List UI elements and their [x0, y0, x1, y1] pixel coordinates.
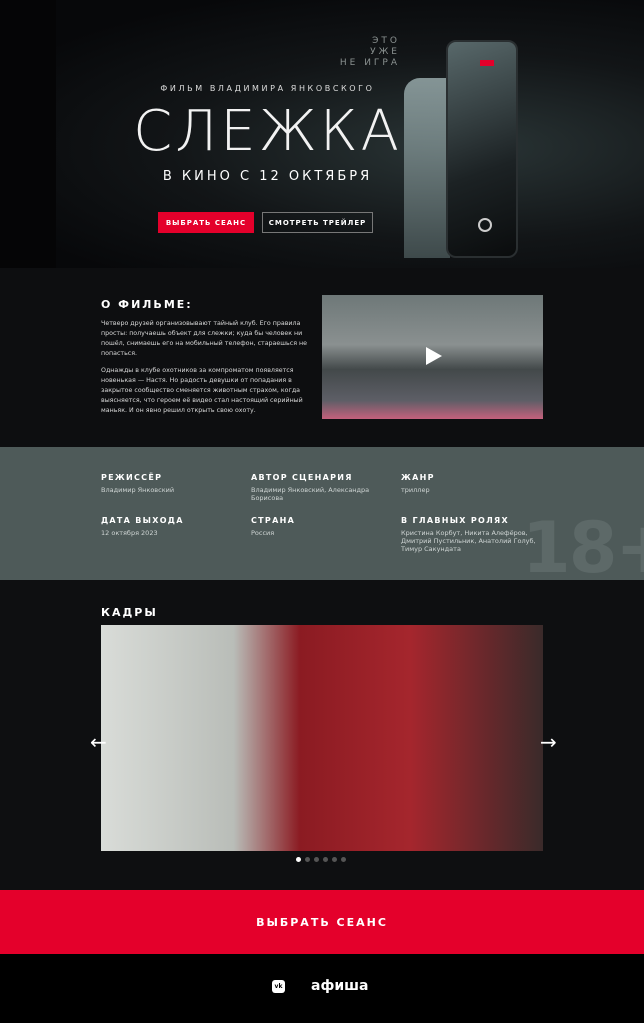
slider-dots [296, 857, 346, 862]
info-label: В ГЛАВНЫХ РОЛЯХ [401, 516, 509, 525]
about-paragraph: Четверо друзей организовывают тайный клу… [101, 320, 308, 357]
info-section: 18+ РЕЖИССЁРВладимир Янковский АВТОР СЦЕ… [0, 447, 644, 580]
trailer-video[interactable] [322, 295, 543, 419]
tagline-line: ЭТО [372, 36, 400, 46]
afisha-logo[interactable]: афиша [311, 978, 368, 994]
info-value: триллер [401, 486, 430, 494]
info-label: СТРАНА [251, 516, 296, 525]
frames-heading: КАДРЫ [101, 606, 158, 619]
info-value: Кристина Корбут, Никита Алефёров, Дмитри… [401, 529, 536, 553]
info-cast: В ГЛАВНЫХ РОЛЯХ Кристина Корбут, Никита А… [401, 516, 546, 553]
shutter-icon [478, 218, 492, 232]
arrow-left-icon[interactable]: ← [90, 730, 107, 754]
info-value: Владимир Янковский [101, 486, 175, 494]
frame-slide-image [101, 625, 543, 851]
record-indicator [480, 60, 494, 66]
info-label: АВТОР СЦЕНАРИЯ [251, 473, 353, 482]
hero-door-image [404, 78, 450, 258]
watch-trailer-button[interactable]: СМОТРЕТЬ ТРЕЙЛЕР [262, 212, 373, 233]
info-label: ЖАНР [401, 473, 435, 482]
movie-title: СЛЕЖКА [133, 99, 402, 164]
info-value: 12 октября 2023 [101, 529, 158, 537]
vk-icon[interactable]: vk [272, 980, 285, 993]
tagline: ЭТО УЖЕ НЕ ИГРА [330, 36, 400, 69]
slider-dot[interactable] [305, 857, 310, 862]
choose-session-button[interactable]: ВЫБРАТЬ СЕАНС [158, 212, 254, 233]
hero: ЭТО УЖЕ НЕ ИГРА ФИЛЬМ ВЛАДИМИРА ЯНКОВСКОГО… [0, 0, 644, 268]
info-value: Владимир Янковский, Александра Борисова [251, 486, 370, 502]
slider-dot[interactable] [323, 857, 328, 862]
hero-phone-image [446, 40, 518, 258]
play-icon[interactable] [426, 347, 442, 365]
release-date: В КИНО С 12 ОКТЯБРЯ [162, 169, 373, 184]
info-writer: АВТОР СЦЕНАРИЯ Владимир Янковский, Алекса… [251, 473, 396, 502]
info-genre: ЖАНР триллер [401, 473, 546, 494]
footer: vk афиша [0, 954, 644, 1023]
slider-dot[interactable] [296, 857, 301, 862]
info-release: ДАТА ВЫХОДА 12 октября 2023 [101, 516, 246, 537]
info-director: РЕЖИССЁР Владимир Янковский [101, 473, 246, 494]
about-paragraph: Однажды в клубе охотников за компроматом… [101, 367, 303, 414]
arrow-right-icon[interactable]: → [540, 730, 557, 754]
info-label: РЕЖИССЁР [101, 473, 163, 482]
info-label: ДАТА ВЫХОДА [101, 516, 184, 525]
hero-left-band [0, 0, 56, 268]
slider-dot[interactable] [332, 857, 337, 862]
tagline-line: НЕ ИГРА [339, 58, 400, 68]
slider-dot[interactable] [314, 857, 319, 862]
frames-section: КАДРЫ ← → [0, 580, 644, 890]
choose-session-cta[interactable]: ВЫБРАТЬ СЕАНС [0, 890, 644, 954]
director-credit: ФИЛЬМ ВЛАДИМИРА ЯНКОВСКОГО [160, 84, 375, 93]
slider-dot[interactable] [341, 857, 346, 862]
about-heading: О ФИЛЬМЕ: [101, 298, 193, 311]
about-section: О ФИЛЬМЕ: Четверо друзей организовывают … [0, 268, 644, 447]
tagline-line: УЖЕ [370, 47, 400, 57]
info-value: Россия [251, 529, 275, 537]
info-country: СТРАНА Россия [251, 516, 396, 537]
